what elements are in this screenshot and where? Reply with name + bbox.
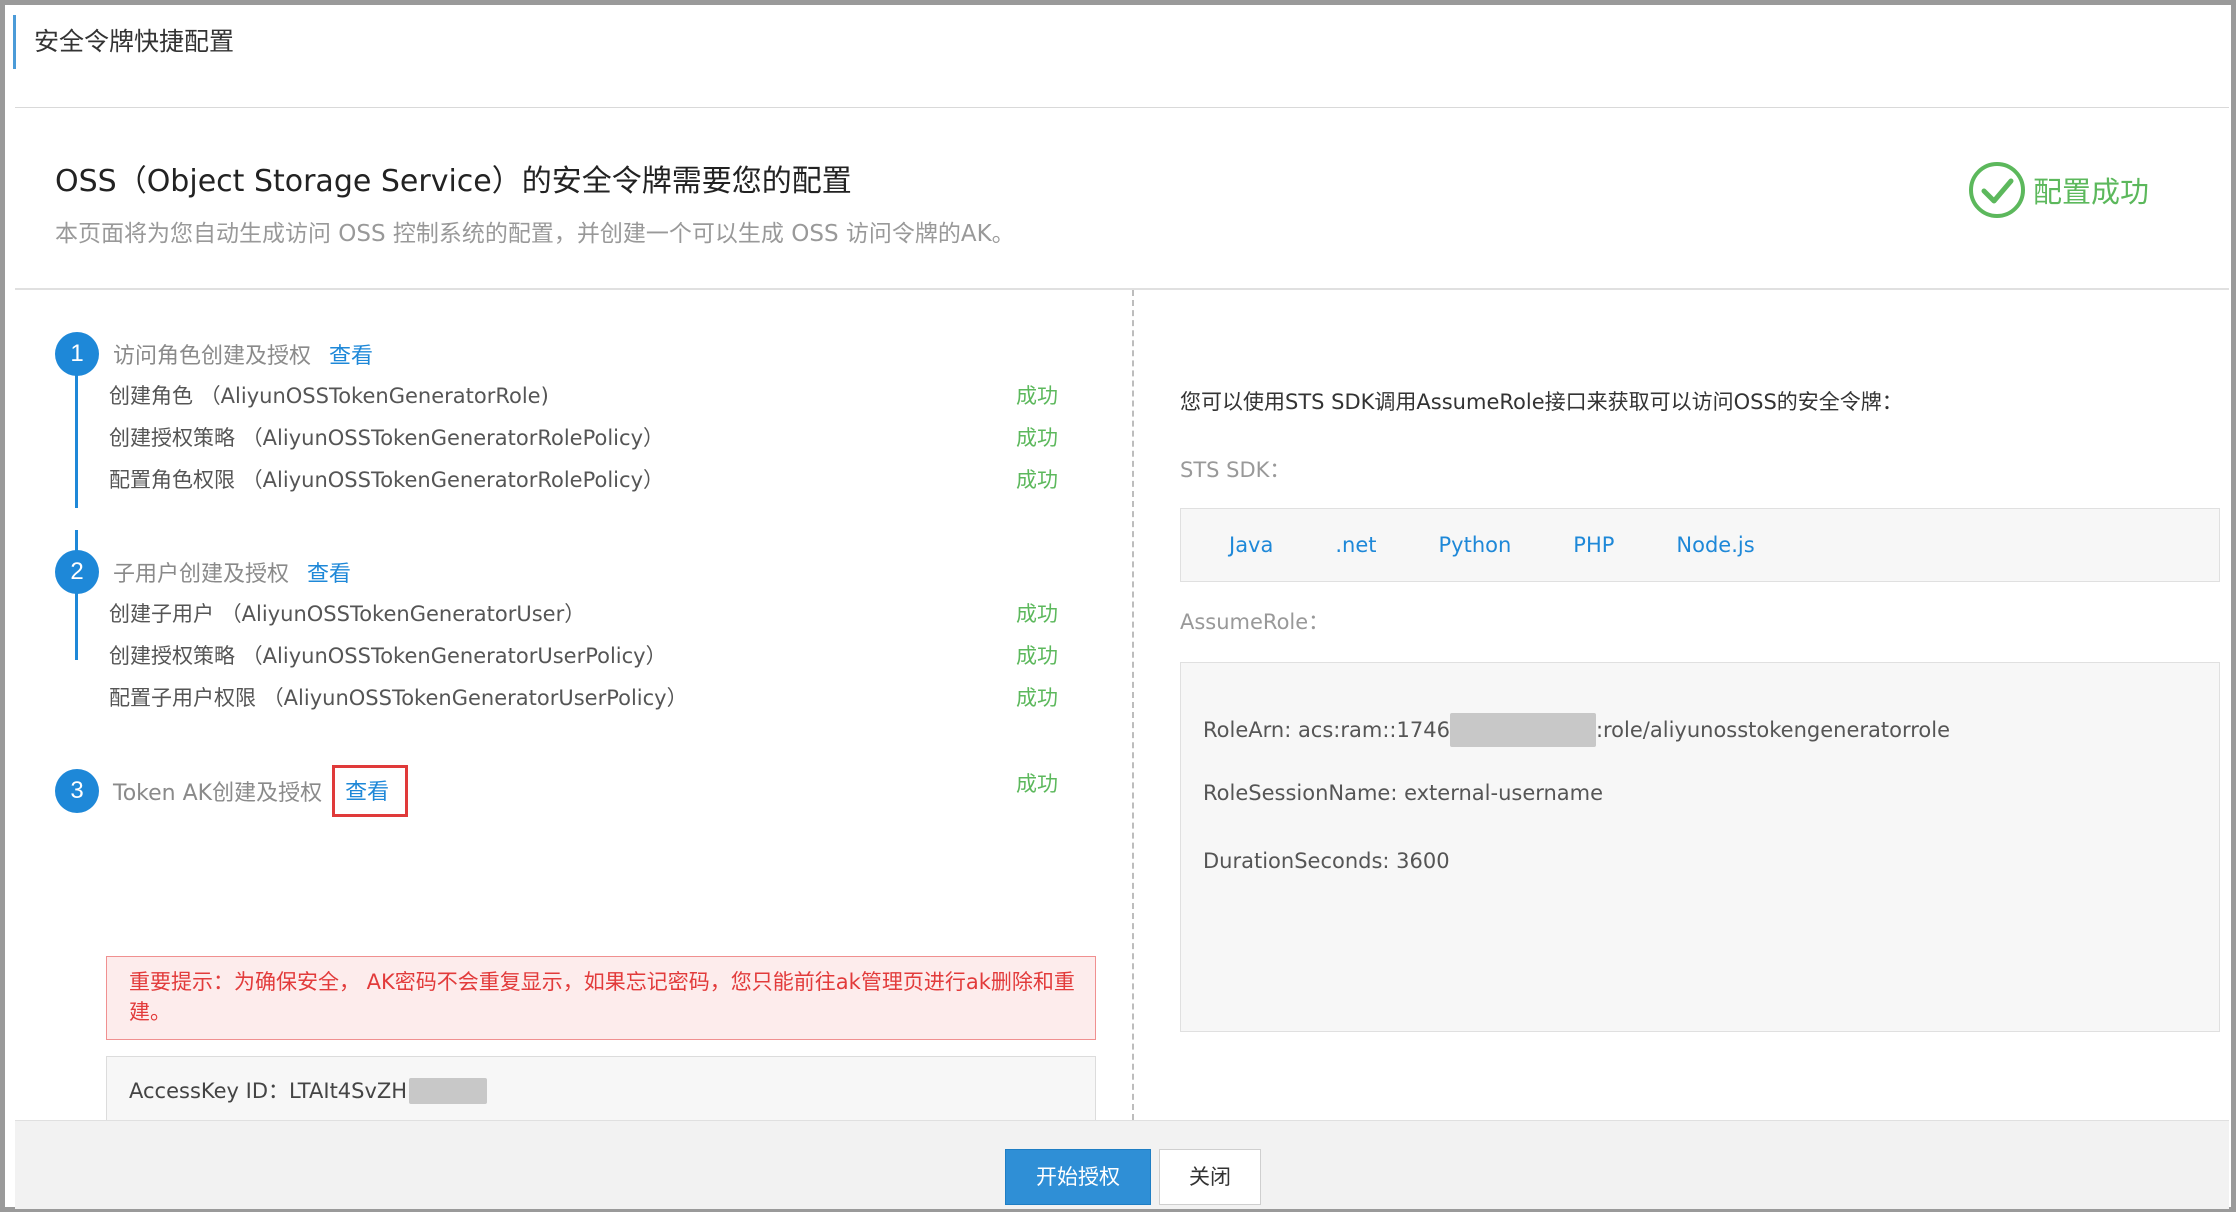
sdk-link-dotnet[interactable]: .net [1335,533,1376,557]
status-success: 成功 [1016,686,1058,710]
sdk-link-java[interactable]: Java [1229,533,1273,557]
sts-sdk-label: STS SDK： [1180,458,1291,482]
page-title: 安全令牌快捷配置 [13,15,234,69]
status-success: 成功 [1016,772,1058,796]
start-authorize-button[interactable]: 开始授权 [1005,1149,1151,1205]
step-1-header: 1 访问角色创建及授权 查看 [55,332,373,376]
role-arn-suffix: :role/aliyunosstokengeneratorrole [1595,718,1951,742]
duration-line: DurationSeconds: 3600 [1203,849,1450,873]
step-item: 配置子用户权限 （AliyunOSSTokenGeneratorUserPoli… [109,686,688,710]
config-status: 配置成功 [1967,160,2149,220]
step-number: 1 [55,332,99,376]
status-success: 成功 [1016,384,1058,408]
step-2-header: 2 子用户创建及授权 查看 [55,550,351,594]
step-3-header: 3 Token AK创建及授权 查看 [55,765,409,817]
step-label: Token AK创建及授权 [113,781,323,806]
sdk-link-python[interactable]: Python [1439,533,1512,557]
sdk-link-nodejs[interactable]: Node.js [1676,533,1754,557]
step-2-view-link[interactable]: 查看 [307,556,351,588]
header-title: OSS（Object Storage Service）的安全令牌需要您的配置 [55,164,852,199]
step-number: 3 [55,769,99,813]
security-warning: 重要提示：为确保安全， AK密码不会重复显示，如果忘记密码，您只能前往ak管理页… [106,956,1096,1040]
step-label: 访问角色创建及授权 [113,344,312,369]
assume-role-params: RoleArn: acs:ram::1746 :role/aliyunossto… [1180,662,2220,1032]
step-3-view-link[interactable]: 查看 [332,765,409,817]
sdk-column: 您可以使用STS SDK调用AssumeRole接口来获取可以访问OSS的安全令… [1134,290,2229,1120]
dialog-footer: 开始授权 关闭 [15,1120,2229,1209]
panel-header: OSS（Object Storage Service）的安全令牌需要您的配置 本… [15,108,2229,290]
step-item: 创建授权策略 （AliyunOSSTokenGeneratorUserPolic… [109,644,667,668]
check-circle-icon [1968,162,2025,218]
config-panel: OSS（Object Storage Service）的安全令牌需要您的配置 本… [15,107,2229,1209]
step-number: 2 [55,550,99,594]
step-1-view-link[interactable]: 查看 [329,338,373,370]
role-arn-line: RoleArn: acs:ram::1746 :role/aliyunossto… [1203,713,1950,747]
status-text: 配置成功 [2032,175,2149,209]
sdk-links: Java .net Python PHP Node.js [1180,508,2220,582]
sdk-intro: 您可以使用STS SDK调用AssumeRole接口来获取可以访问OSS的安全令… [1180,390,1903,414]
assume-role-label: AssumeRole： [1180,610,1330,634]
redacted-value [1449,713,1596,747]
status-success: 成功 [1016,602,1058,626]
step-item: 配置角色权限 （AliyunOSSTokenGeneratorRolePolic… [109,468,664,492]
redacted-value [409,1078,488,1104]
sdk-link-php[interactable]: PHP [1573,533,1614,557]
close-button[interactable]: 关闭 [1159,1149,1261,1205]
status-success: 成功 [1016,468,1058,492]
step-label: 子用户创建及授权 [113,562,290,587]
steps-column: 1 访问角色创建及授权 查看 创建角色 （AliyunOSSTokenGener… [15,290,1134,1126]
access-key-box: AccessKey ID：LTAIt4SvZH [106,1056,1096,1126]
step-1-connector [75,374,78,508]
status-success: 成功 [1016,644,1058,668]
session-name-line: RoleSessionName: external-username [1203,781,1604,805]
dialog-frame: 安全令牌快捷配置 OSS（Object Storage Service）的安全令… [0,0,2236,1212]
step-item: 创建角色 （AliyunOSSTokenGeneratorRole) [109,384,549,408]
status-success: 成功 [1016,426,1058,450]
header-subtitle: 本页面将为您自动生成访问 OSS 控制系统的配置，并创建一个可以生成 OSS 访… [55,221,1015,247]
access-key-label: AccessKey ID：LTAIt4SvZH [129,1079,408,1103]
role-arn-prefix: RoleArn: acs:ram::1746 [1203,718,1450,742]
step-item: 创建授权策略 （AliyunOSSTokenGeneratorRolePolic… [109,426,664,450]
step-item: 创建子用户 （AliyunOSSTokenGeneratorUser） [109,602,586,626]
